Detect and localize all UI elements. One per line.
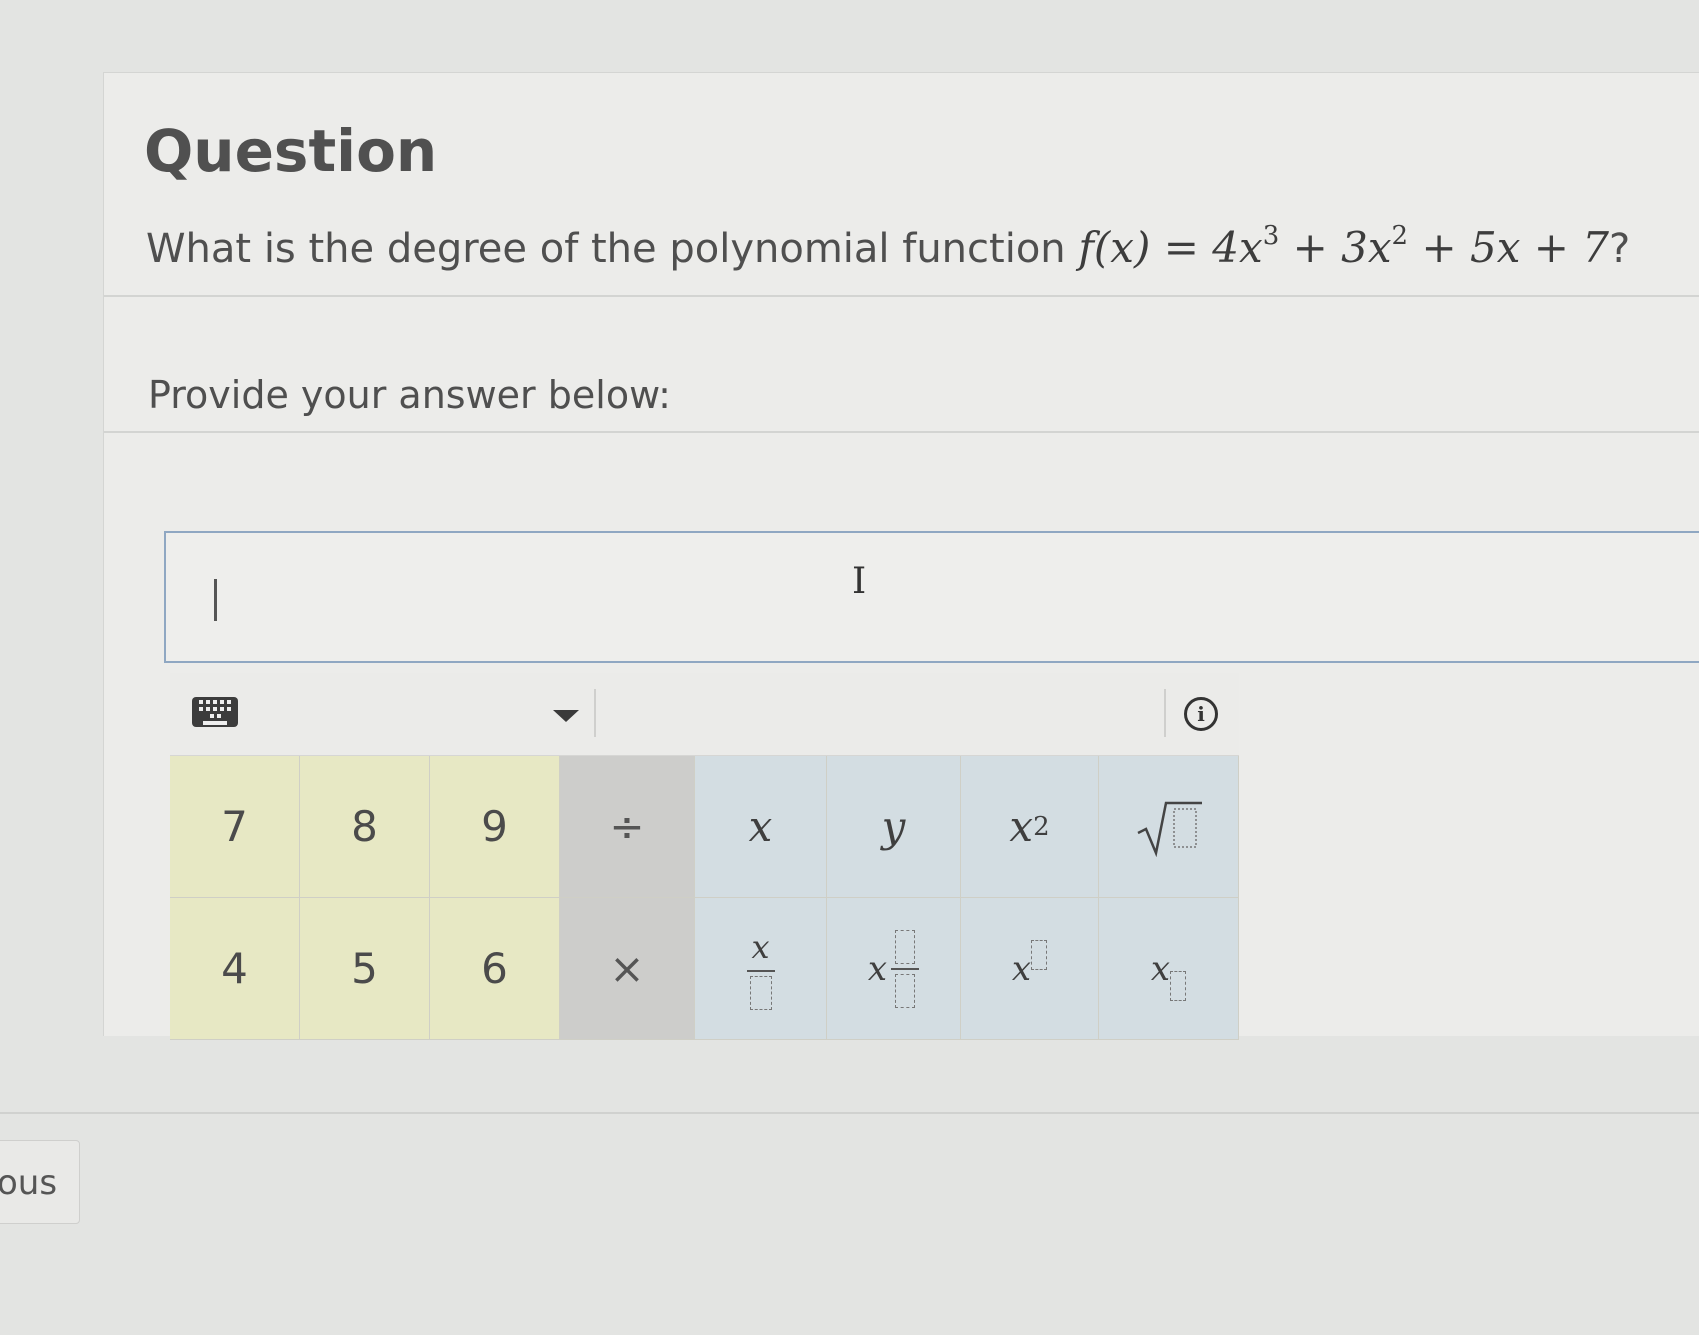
equation-lhs: f(x) = 4x: [1078, 223, 1263, 272]
mixed-whole: x: [867, 948, 888, 989]
divider: [104, 431, 1699, 433]
question-text: What is the degree of the polynomial fun…: [146, 223, 1630, 272]
mixed-fraction-icon: [891, 929, 920, 1008]
key-8[interactable]: 8: [300, 756, 430, 898]
divider: [104, 295, 1699, 297]
divider: [0, 1112, 1699, 1114]
key-sqrt[interactable]: [1099, 756, 1239, 898]
answer-input[interactable]: I: [164, 531, 1699, 663]
separator: [1164, 689, 1166, 737]
placeholder-box: [1031, 939, 1048, 970]
equation-term2: + 3x: [1279, 223, 1392, 272]
question-mark: ?: [1609, 226, 1631, 272]
exponent-1: 3: [1262, 221, 1280, 251]
fraction-icon: x: [746, 927, 775, 1010]
key-times[interactable]: ×: [560, 898, 695, 1040]
previous-button[interactable]: ous: [0, 1140, 80, 1224]
fraction-numerator: x: [751, 927, 770, 966]
key-x[interactable]: x: [695, 756, 827, 898]
answer-prompt: Provide your answer below:: [148, 373, 671, 417]
placeholder-box: [749, 975, 772, 1010]
placeholder-box: [895, 973, 916, 1008]
equation-tail: + 5x + 7: [1408, 223, 1610, 272]
subscript-base: x: [1150, 948, 1171, 989]
key-4[interactable]: 4: [170, 898, 300, 1040]
keypad-header: i: [170, 673, 1239, 756]
ibeam-cursor-icon: I: [852, 561, 867, 602]
key-x-squared[interactable]: x2: [961, 756, 1099, 898]
key-6[interactable]: 6: [430, 898, 560, 1040]
key-subscript[interactable]: x: [1099, 898, 1239, 1040]
key-9[interactable]: 9: [430, 756, 560, 898]
placeholder-box: [895, 929, 916, 964]
key-mixed-fraction[interactable]: x: [827, 898, 961, 1040]
key-divide[interactable]: ÷: [560, 756, 695, 898]
text-caret: [214, 579, 217, 621]
key-y[interactable]: y: [827, 756, 961, 898]
separator: [594, 689, 596, 737]
key-5[interactable]: 5: [300, 898, 430, 1040]
x-squared-exp: 2: [1033, 811, 1050, 842]
question-card: Question What is the degree of the polyn…: [103, 72, 1699, 1040]
dropdown-caret-icon[interactable]: [553, 710, 579, 722]
question-title: Question: [144, 117, 438, 185]
keypad-grid: 7 8 9 ÷ x y x2 4 5 6 × x x x x: [170, 756, 1239, 1040]
sqrt-icon: [1134, 797, 1204, 857]
polynomial-equation: f(x) = 4x3 + 3x2 + 5x + 7: [1078, 223, 1609, 272]
x-squared-base: x: [1009, 802, 1034, 851]
exponent-2: 2: [1391, 221, 1409, 251]
keyboard-icon[interactable]: [192, 697, 238, 727]
key-power[interactable]: x: [961, 898, 1099, 1040]
power-base: x: [1011, 948, 1032, 989]
question-prompt: What is the degree of the polynomial fun…: [146, 226, 1066, 272]
key-7[interactable]: 7: [170, 756, 300, 898]
placeholder-box: [1170, 970, 1187, 1001]
key-fraction[interactable]: x: [695, 898, 827, 1040]
info-icon[interactable]: i: [1184, 697, 1218, 731]
math-keypad: i 7 8 9 ÷ x y x2 4 5 6 × x x x x: [170, 673, 1239, 1040]
